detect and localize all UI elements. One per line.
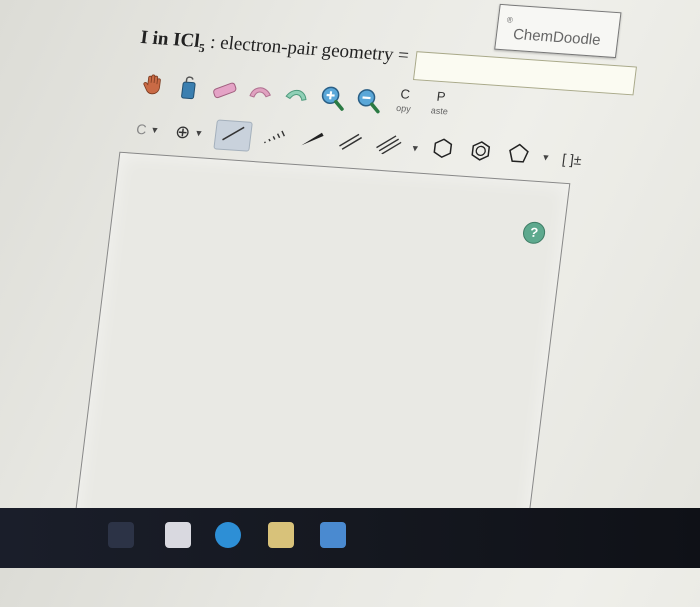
ring-chevron-down-icon[interactable]: ▼ — [541, 152, 551, 163]
brand-name: ChemDoodle — [512, 25, 602, 49]
question-text: I in ICl5 : electron-pair geometry = — [139, 27, 410, 70]
single-bond-icon — [219, 122, 248, 149]
copy-small: opy — [395, 102, 412, 114]
paste-small: aste — [430, 105, 449, 117]
benzene-button[interactable] — [464, 137, 498, 169]
hashed-bond-icon — [260, 125, 289, 152]
triple-bond-button[interactable] — [371, 130, 405, 162]
chemdoodle-logo: ChemDoodle ® — [494, 3, 622, 59]
help-label: ? — [529, 224, 539, 241]
task-view-icon[interactable] — [108, 522, 134, 548]
hand-tool-button[interactable] — [136, 71, 170, 103]
question-suffix: : electron-pair geometry = — [204, 31, 411, 67]
redo-icon — [280, 82, 311, 113]
edge-browser-icon[interactable] — [215, 522, 241, 548]
chevron-down-icon: ▼ — [149, 124, 160, 136]
paste-button[interactable]: P aste — [423, 89, 457, 125]
chevron-down-icon: ▼ — [193, 127, 204, 139]
hashed-bond-button[interactable] — [257, 122, 291, 154]
copy-big: C — [399, 86, 411, 102]
redo-button[interactable] — [279, 81, 313, 113]
pentagon-icon — [505, 140, 532, 170]
bond-chevron-down-icon[interactable]: ▼ — [410, 143, 420, 154]
cyclopentane-button[interactable] — [502, 140, 536, 172]
paste-big: P — [435, 88, 447, 105]
undo-button[interactable] — [243, 78, 277, 110]
triple-bond-icon — [373, 133, 402, 160]
store-icon[interactable] — [320, 522, 346, 548]
cyclohexane-button[interactable] — [426, 134, 460, 166]
wedge-bond-button[interactable] — [295, 125, 329, 157]
wedge-bond-icon — [297, 128, 326, 155]
lasso-tool-button[interactable] — [172, 73, 206, 105]
single-bond-button[interactable] — [213, 119, 253, 152]
star-app-icon[interactable] — [165, 522, 191, 548]
drawing-canvas[interactable] — [73, 151, 571, 558]
benzene-icon — [467, 138, 494, 168]
plus-circle-icon: ⊕ — [174, 121, 192, 143]
bracket-button[interactable]: [ ]± — [557, 146, 587, 172]
eraser-icon — [209, 76, 240, 107]
double-bond-icon — [335, 130, 364, 157]
hand-icon — [139, 72, 166, 102]
question-prefix: I in ICl — [139, 26, 201, 52]
zoom-in-button[interactable] — [315, 83, 349, 115]
zoom-out-button[interactable] — [351, 86, 385, 118]
element-selector-label: C — [135, 120, 148, 138]
charge-selector[interactable]: ⊕ ▼ — [170, 119, 209, 145]
element-selector[interactable]: C ▼ — [131, 117, 165, 143]
brand-mark: ® — [506, 15, 514, 25]
lasso-icon — [176, 73, 202, 105]
double-bond-button[interactable] — [333, 128, 367, 160]
taskbar — [0, 508, 700, 568]
zoom-in-icon — [316, 82, 348, 117]
zoom-out-icon — [352, 85, 384, 120]
hexagon-icon — [429, 135, 456, 165]
file-explorer-icon[interactable] — [268, 522, 294, 548]
eraser-button[interactable] — [208, 76, 242, 108]
undo-icon — [245, 79, 276, 110]
bracket-label: [ ]± — [561, 150, 583, 168]
copy-button[interactable]: C opy — [387, 86, 421, 122]
